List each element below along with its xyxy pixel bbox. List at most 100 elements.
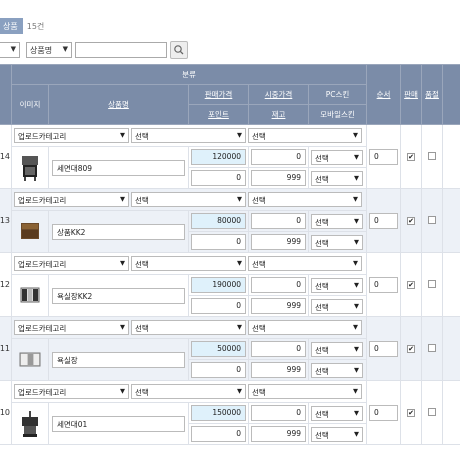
soldout-checkbox[interactable]: [428, 151, 437, 160]
soldout-checkbox[interactable]: [428, 407, 437, 416]
market-price-input[interactable]: 0: [251, 149, 306, 165]
stock-input[interactable]: 999: [251, 234, 306, 250]
market-price-input[interactable]: 0: [251, 213, 306, 229]
tab-products-label: 상품: [3, 22, 18, 31]
search-input[interactable]: [75, 42, 167, 58]
product-thumbnail[interactable]: [19, 154, 41, 182]
row-number: 14: [0, 124, 12, 189]
search-icon: [174, 45, 184, 55]
sale-checkbox[interactable]: ✔: [407, 217, 416, 225]
mobile-skin-select[interactable]: 선택 ▼: [311, 234, 363, 250]
pc-skin-select[interactable]: 선택 ▼: [311, 341, 363, 357]
subcategory-select[interactable]: 선택 ▼: [131, 128, 246, 143]
header-soldout[interactable]: 품절: [421, 64, 444, 125]
pc-skin-select[interactable]: 선택 ▼: [311, 149, 363, 165]
category-select[interactable]: 업로드카테고리 ▼: [14, 256, 129, 271]
category-select[interactable]: 업로드카테고리 ▼: [14, 320, 129, 335]
point-input[interactable]: 0: [191, 426, 246, 442]
product-thumbnail[interactable]: [19, 218, 41, 246]
mobile-skin-select[interactable]: 선택 ▼: [311, 426, 363, 442]
subcategory-select-2[interactable]: 선택 ▼: [248, 256, 362, 271]
sale-price-input[interactable]: 120000: [191, 149, 246, 165]
header-sale[interactable]: 판매: [400, 64, 423, 125]
sale-checkbox[interactable]: ✔: [407, 345, 416, 353]
product-name-input[interactable]: 세면대809: [52, 159, 185, 176]
point-input[interactable]: 0: [191, 362, 246, 378]
header-market-price[interactable]: 시중가격: [248, 84, 309, 105]
order-input[interactable]: 0: [369, 212, 399, 229]
product-thumbnail[interactable]: [19, 282, 41, 310]
subcategory-select[interactable]: 선택 ▼: [131, 384, 246, 399]
chevron-down-icon: ▼: [354, 216, 359, 225]
chevron-down-icon: ▼: [120, 131, 125, 139]
sale-price-input[interactable]: 80000: [191, 213, 246, 229]
search-button[interactable]: [170, 41, 188, 59]
subcategory-select[interactable]: 선택 ▼: [131, 192, 246, 207]
search-field-select[interactable]: 상품명 ▼: [26, 42, 72, 58]
point-input[interactable]: 0: [191, 170, 246, 186]
order-input[interactable]: 0: [369, 148, 399, 165]
subcategory-select[interactable]: 선택 ▼: [131, 256, 246, 271]
market-price-input[interactable]: 0: [251, 277, 306, 293]
header-image: 이미지: [11, 84, 49, 125]
chevron-down-icon: ▼: [237, 387, 242, 395]
mobile-skin-select[interactable]: 선택 ▼: [311, 298, 363, 314]
order-input[interactable]: 0: [369, 276, 399, 293]
table-row: 11 업로드카테고리 ▼ 선택 ▼ 선택 ▼ 0 ✔: [0, 316, 460, 381]
sale-checkbox[interactable]: ✔: [407, 409, 416, 417]
order-input[interactable]: 0: [369, 404, 399, 421]
header-mobile-skin: 모바일스킨: [307, 104, 368, 125]
market-price-input[interactable]: 0: [251, 341, 306, 357]
product-count: 15건: [26, 22, 45, 31]
pc-skin-select[interactable]: 선택 ▼: [311, 405, 363, 421]
sale-price-input[interactable]: 190000: [191, 277, 246, 293]
point-input[interactable]: 0: [191, 234, 246, 250]
header-order[interactable]: 순서: [366, 64, 402, 125]
sale-price-input[interactable]: 150000: [191, 405, 246, 421]
subcategory-select[interactable]: 선택 ▼: [131, 320, 246, 335]
header-point[interactable]: 포인트: [188, 104, 249, 125]
chevron-down-icon: ▼: [353, 323, 358, 331]
stock-input[interactable]: 999: [251, 426, 306, 442]
tab-products[interactable]: 상품: [0, 18, 23, 34]
product-name-input[interactable]: 상품KK2: [52, 223, 185, 240]
soldout-checkbox[interactable]: [428, 343, 437, 352]
category-select[interactable]: 업로드카테고리 ▼: [14, 384, 129, 399]
category-select[interactable]: 업로드카테고리 ▼: [14, 192, 129, 207]
header-pc-skin: PC스킨: [307, 84, 368, 105]
point-input[interactable]: 0: [191, 298, 246, 314]
pc-skin-select[interactable]: 선택 ▼: [311, 277, 363, 293]
header-name[interactable]: 상품명: [48, 84, 189, 125]
sale-checkbox[interactable]: ✔: [407, 153, 416, 161]
product-thumbnail[interactable]: [19, 346, 41, 374]
soldout-checkbox[interactable]: [428, 279, 437, 288]
product-name-input[interactable]: 세면대01: [52, 415, 185, 432]
sale-checkbox[interactable]: ✔: [407, 281, 416, 289]
market-price-input[interactable]: 0: [251, 405, 306, 421]
header-sale-price[interactable]: 판매가격: [188, 84, 249, 105]
subcategory-select-2[interactable]: 선택 ▼: [248, 192, 362, 207]
chevron-down-icon: ▼: [120, 259, 125, 267]
category-filter-select[interactable]: ▼: [0, 42, 20, 58]
header-stock[interactable]: 재고: [248, 104, 309, 125]
chevron-down-icon: ▼: [237, 259, 242, 267]
soldout-checkbox[interactable]: [428, 215, 437, 224]
subcategory-select-2[interactable]: 선택 ▼: [248, 128, 362, 143]
mobile-skin-select[interactable]: 선택 ▼: [311, 170, 363, 186]
mobile-skin-select[interactable]: 선택 ▼: [311, 362, 363, 378]
chevron-down-icon: ▼: [10, 45, 16, 53]
sale-price-input[interactable]: 50000: [191, 341, 246, 357]
pc-skin-select[interactable]: 선택 ▼: [311, 213, 363, 229]
product-name-input[interactable]: 욕실장KK2: [52, 287, 185, 304]
subcategory-select-2[interactable]: 선택 ▼: [248, 384, 362, 399]
subcategory-select-2[interactable]: 선택 ▼: [248, 320, 362, 335]
product-name-input[interactable]: 욕실장: [52, 351, 185, 368]
stock-input[interactable]: 999: [251, 298, 306, 314]
chevron-down-icon: ▼: [354, 408, 359, 417]
category-select[interactable]: 업로드카테고리 ▼: [14, 128, 129, 143]
stock-input[interactable]: 999: [251, 362, 306, 378]
product-thumbnail[interactable]: [19, 410, 41, 438]
chevron-down-icon: ▼: [353, 131, 358, 139]
order-input[interactable]: 0: [369, 340, 399, 357]
stock-input[interactable]: 999: [251, 170, 306, 186]
